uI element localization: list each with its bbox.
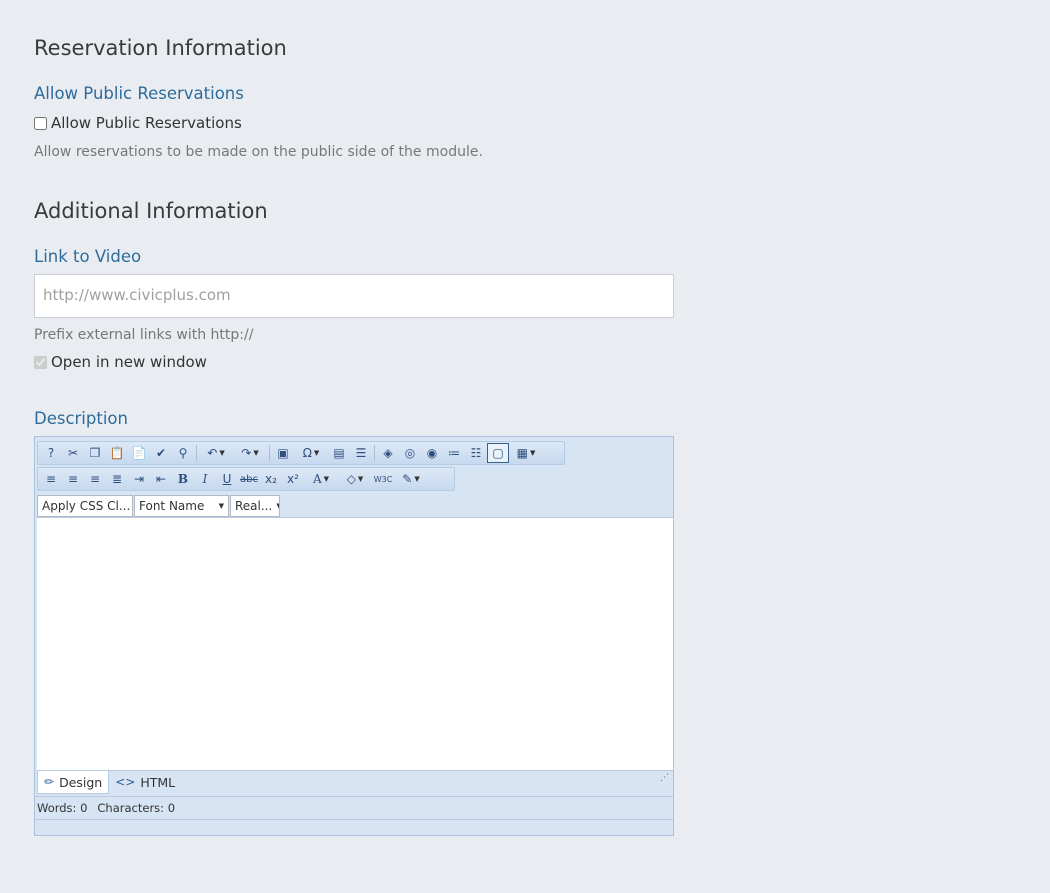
open-new-window-label: Open in new window (51, 353, 207, 371)
subscript-icon[interactable]: x₂ (260, 469, 282, 489)
design-mode-label: Design (59, 774, 103, 790)
allow-public-reservations-row[interactable]: Allow Public Reservations (34, 114, 242, 132)
css-class-select[interactable]: Apply CSS Cl...▼ (37, 495, 133, 517)
toolbar-separator (374, 445, 375, 461)
align-right-icon[interactable]: ≡ (84, 469, 106, 489)
editor-dropdowns: Apply CSS Cl...▼ Font Name▼ Real...▼ (37, 495, 281, 517)
editor-toolbar-1: ? ✂ ❐ 📋 📄 ✔ ⚲ ↶ ▼ ↷ ▼ ▣ Ω ▼ ▤ ☰ ◈ ◎ ◉ ≔ ☷ ▢… (37, 441, 565, 465)
unordered-list-icon[interactable]: ☷ (465, 443, 487, 463)
chevron-down-icon: ▼ (276, 502, 279, 510)
back-color-icon[interactable]: ◇ ▼ (338, 469, 372, 489)
character-count: Characters: 0 (97, 801, 176, 815)
symbol-icon[interactable]: Ω ▼ (294, 443, 328, 463)
redo-icon[interactable]: ↷ ▼ (233, 443, 267, 463)
reservation-section-title: Reservation Information (34, 36, 287, 60)
paste-icon[interactable]: 📋 (106, 443, 128, 463)
open-new-window-row[interactable]: Open in new window (34, 353, 207, 371)
template-icon[interactable]: ▤ (328, 443, 350, 463)
bold-icon[interactable]: B (172, 469, 194, 489)
copy-icon[interactable]: ❐ (84, 443, 106, 463)
additional-section-title: Additional Information (34, 199, 268, 223)
allow-public-reservations-checkbox[interactable] (34, 116, 47, 130)
help-icon[interactable]: ? (40, 443, 62, 463)
spellcheck-icon[interactable]: ✔ (150, 443, 172, 463)
editor-toolbar-2: ≡ ≡ ≡ ≣ ⇥ ⇤ B I U abc x₂ x² A ▼ ◇ ▼ W3C ✎ ▼ (37, 467, 455, 491)
font-name-select[interactable]: Font Name ▼ (134, 495, 229, 517)
link-to-video-field (34, 274, 674, 318)
strikethrough-icon[interactable]: abc (238, 469, 260, 489)
html-mode-label: HTML (140, 774, 176, 790)
resize-grip-icon[interactable]: ⋰ (660, 773, 669, 783)
underline-icon[interactable]: U (216, 469, 238, 489)
rich-text-editor: ? ✂ ❐ 📋 📄 ✔ ⚲ ↶ ▼ ↷ ▼ ▣ Ω ▼ ▤ ☰ ◈ ◎ ◉ ≔ ☷ ▢… (34, 436, 674, 836)
format-stripper-icon[interactable]: ✎ ▼ (394, 469, 428, 489)
superscript-icon[interactable]: x² (282, 469, 304, 489)
toggle-border-icon[interactable]: ▢ (487, 443, 509, 463)
chevron-down-icon: ▼ (218, 502, 224, 510)
outdent-icon[interactable]: ⇤ (150, 469, 172, 489)
reservation-help-text: Allow reservations to be made on the pub… (34, 144, 483, 160)
css-class-select-value: Apply CSS Cl... (42, 499, 131, 513)
description-label: Description (34, 409, 128, 428)
ordered-list-icon[interactable]: ≔ (443, 443, 465, 463)
pencil-icon: ✏ (44, 775, 55, 789)
toolbar-separator (269, 445, 270, 461)
unlink-icon[interactable]: ◉ (421, 443, 443, 463)
find-icon[interactable]: ⚲ (172, 443, 194, 463)
editor-mode-tabs: ✏ Design <> HTML ⋰ (37, 771, 673, 796)
link-to-video-label: Link to Video (34, 247, 142, 266)
allow-public-reservations-label: Allow Public Reservations (34, 84, 244, 103)
toolbar-separator (196, 445, 197, 461)
editor-status-bar: Words: 0 Characters: 0 (35, 796, 673, 820)
open-new-window-checkbox[interactable] (34, 355, 47, 369)
cut-icon[interactable]: ✂ (62, 443, 84, 463)
font-size-select[interactable]: Real...▼ (230, 495, 280, 517)
link-help-text: Prefix external links with http:// (34, 327, 254, 343)
allow-public-reservations-checkbox-label: Allow Public Reservations (51, 114, 242, 132)
design-mode-tab[interactable]: ✏ Design (37, 771, 110, 794)
font-size-select-value: Real... (235, 499, 273, 513)
link-icon[interactable]: ◎ (399, 443, 421, 463)
align-center-icon[interactable]: ≡ (62, 469, 84, 489)
word-count: Words: 0 (37, 801, 88, 815)
justify-icon[interactable]: ≣ (106, 469, 128, 489)
html-mode-tab[interactable]: <> HTML (109, 771, 181, 793)
link-to-video-input[interactable] (35, 275, 671, 315)
italic-icon[interactable]: I (194, 469, 216, 489)
indent-icon[interactable]: ⇥ (128, 469, 150, 489)
paragraph-icon[interactable]: ☰ (350, 443, 372, 463)
paste-word-icon[interactable]: 📄 (128, 443, 150, 463)
font-color-icon[interactable]: A ▼ (304, 469, 338, 489)
w3c-icon[interactable]: W3C (372, 469, 394, 489)
code-icon: <> (115, 775, 136, 789)
editor-content-area[interactable] (37, 517, 673, 771)
undo-icon[interactable]: ↶ ▼ (199, 443, 233, 463)
table-icon[interactable]: ▦ ▼ (509, 443, 543, 463)
image-icon[interactable]: ▣ (272, 443, 294, 463)
align-left-icon[interactable]: ≡ (40, 469, 62, 489)
font-name-select-value: Font Name (139, 499, 205, 513)
media-icon[interactable]: ◈ (377, 443, 399, 463)
